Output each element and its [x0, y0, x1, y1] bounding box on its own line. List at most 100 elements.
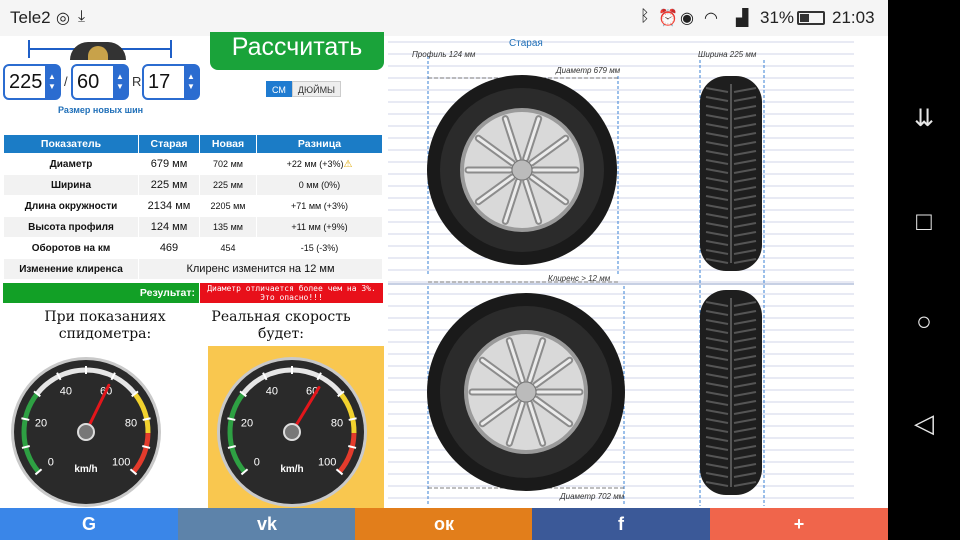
row-label: Диаметр: [3, 153, 139, 175]
home-button[interactable]: ○: [910, 306, 938, 337]
facebook-icon: f: [618, 514, 624, 534]
bluetooth-icon: ᛒ: [640, 8, 650, 25]
table-row: Изменение клиренса Клиренс изменится на …: [3, 258, 383, 280]
table-row: Ширина 225 мм 225 мм 0 мм (0%): [3, 174, 383, 196]
real-speed-caption: Реальная скорость будет:: [211, 309, 351, 342]
column-header: Показатель: [3, 134, 139, 154]
warning-icon: ⚠: [343, 158, 353, 170]
gauge-tick-label: 40: [60, 386, 72, 398]
row-label: Ширина: [3, 174, 139, 196]
width-spinner-icon[interactable]: ▲ ▼: [45, 66, 59, 98]
gauge-unit: km/h: [280, 464, 303, 475]
table-row: Диаметр 679 мм 702 мм +22 мм (+3%)⚠: [3, 153, 383, 175]
new-value: 135 мм: [199, 216, 257, 238]
notification-pull-icon[interactable]: ⇊: [910, 104, 938, 133]
diff-value: +71 мм (+3%): [256, 195, 383, 217]
old-value: 679 мм: [138, 153, 200, 175]
old-value: 2134 мм: [138, 195, 200, 217]
app-screen: Tele2 ◎ ⤓ ᛒ ⏰ ◉ ◠ ▟ 31% 21:03 225 ▲ ▼ / 6…: [0, 0, 888, 540]
calculator-panel: 225 ▲ ▼ / 60 ▲ ▼ R 17 ▲ ▼ Размер новых шин …: [0, 32, 386, 508]
google-share-button[interactable]: G: [0, 508, 178, 540]
gauge-tick-label: 20: [35, 417, 47, 429]
table-row: Длина окружности 2134 мм 2205 мм +71 мм …: [3, 195, 383, 217]
battery-icon: [797, 11, 825, 25]
recents-button[interactable]: □: [910, 206, 938, 237]
real-speed-gauge: 02040 6080100km/h: [217, 357, 367, 507]
gauge-tick-label: 80: [331, 417, 343, 429]
new-value: 454: [199, 237, 257, 259]
gauge-tick-label: 100: [112, 457, 130, 469]
new-value: 2205 мм: [199, 195, 257, 217]
android-nav-bar: ⇊ □ ○ ◁: [888, 0, 960, 540]
new-wheel: [427, 293, 625, 491]
gauge-unit: km/h: [74, 464, 97, 475]
gauge-hub: [283, 423, 301, 441]
diff-value: +11 мм (+9%): [256, 216, 383, 238]
clearance-value: Клиренс изменится на 12 мм: [138, 258, 383, 280]
gauge-tick-label: 100: [318, 457, 336, 469]
result-message: Диаметр отличается более чем на 3%. Это …: [200, 283, 383, 303]
units-cm-button[interactable]: СМ: [266, 81, 292, 97]
tire-logo-icon: [70, 42, 126, 60]
more-share-button[interactable]: +: [710, 508, 888, 540]
result-row: Результат: Диаметр отличается более чем …: [3, 283, 383, 303]
row-label: Высота профиля: [3, 216, 139, 238]
speedometer-caption: При показаниях спидометра:: [44, 309, 166, 342]
profile-select[interactable]: 60 ▲ ▼: [71, 64, 129, 100]
old-width-label: Ширина 225 мм: [698, 50, 757, 59]
alarm-icon: ⏰: [658, 10, 678, 27]
width-value: 225: [9, 71, 43, 93]
profile-value: 60: [77, 71, 100, 93]
new-value: 702 мм: [199, 153, 257, 175]
clearance-label: Изменение клиренса: [3, 258, 139, 280]
wifi-icon: ◠: [704, 10, 718, 27]
diff-value: -15 (-3%): [256, 237, 383, 259]
gauge-tick-label: 40: [266, 386, 278, 398]
diff-value: 0 мм (0%): [256, 174, 383, 196]
result-label: Результат:: [3, 283, 199, 303]
new-diameter-label: Диаметр 702 мм: [560, 492, 625, 501]
radius-r-label: R: [132, 74, 142, 89]
radius-value: 17: [148, 71, 171, 93]
units-inch-button[interactable]: ДЮЙМЫ: [291, 81, 342, 97]
old-diameter-label: Диаметр 679 мм: [556, 66, 621, 75]
column-header: Новая: [199, 134, 257, 154]
speedometer-gauge: 020406080100km/h: [11, 357, 161, 507]
diff-value: +22 мм (+3%): [286, 158, 344, 169]
plus-icon: +: [793, 514, 805, 534]
tire-diagram: Старая Профиль 124 мм Ширина 225 мм Диам…: [388, 36, 854, 508]
odnoklassniki-icon: ок: [433, 514, 454, 534]
facebook-share-button[interactable]: f: [532, 508, 710, 540]
diagram-canvas: [388, 41, 854, 506]
battery-percent: 31%: [760, 8, 795, 27]
column-header: Старая: [138, 134, 200, 154]
table-row: Оборотов на км 469 454 -15 (-3%): [3, 237, 383, 259]
comparison-table: Показатель Старая Новая Разница Диаметр …: [3, 134, 383, 280]
table-row: Высота профиля 124 мм 135 мм +11 мм (+9%…: [3, 216, 383, 238]
profile-spinner-icon[interactable]: ▲ ▼: [113, 66, 127, 98]
old-profile-label: Профиль 124 мм: [412, 50, 476, 59]
new-tire-tread: [700, 290, 762, 495]
vk-icon: vk: [256, 514, 278, 534]
clock: 21:03: [832, 8, 875, 27]
radius-spinner-icon[interactable]: ▲ ▼: [184, 66, 198, 98]
gauge-tick-label: 0: [48, 457, 54, 469]
old-diagram-title: Старая: [509, 38, 543, 49]
gauge-hub: [77, 423, 95, 441]
old-value: 225 мм: [138, 174, 200, 196]
old-wheel: [427, 75, 617, 265]
vk-share-button[interactable]: vk: [178, 508, 356, 540]
units-toggle: СМ ДЮЙМЫ: [266, 81, 342, 97]
row-label: Оборотов на км: [3, 237, 139, 259]
calculate-button[interactable]: Рассчитать: [210, 32, 384, 70]
google-icon: G: [81, 514, 96, 534]
width-select[interactable]: 225 ▲ ▼: [3, 64, 61, 100]
eye-icon: ◉: [680, 10, 694, 27]
column-header: Разница: [256, 134, 383, 154]
odnoklassniki-share-button[interactable]: ок: [355, 508, 533, 540]
back-button[interactable]: ◁: [910, 408, 938, 439]
old-tire-tread: [700, 76, 762, 271]
radius-select[interactable]: 17 ▲ ▼: [142, 64, 200, 100]
gauge-tick-label: 20: [241, 417, 253, 429]
old-value: 469: [138, 237, 200, 259]
